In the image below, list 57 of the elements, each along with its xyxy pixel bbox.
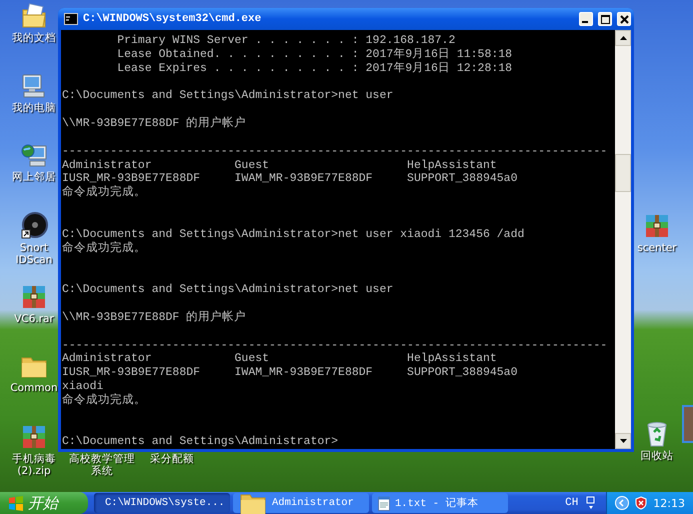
console-line: C:\Documents and Settings\Administrator>net user xiaodi 123456 /add [62,228,524,241]
scroll-down-button[interactable] [615,433,631,449]
taskbar-button[interactable]: 1.txt - 记事本 [372,493,508,513]
language-indicator[interactable]: CH [565,497,578,509]
desktop-icon-label[interactable]: 我的文档 [12,32,56,44]
notepad-icon [378,496,390,510]
console-line: IUSR_MR-93B9E77E88DF IWAM_MR-93B9E77E88DF SUPPORT_388945a0 [62,366,518,380]
console-line: 命令成功完成。 [62,394,146,407]
desktop-icon-label[interactable]: VC6.rar [14,313,54,325]
desktop-icon-label[interactable]: 采分配额 [150,453,194,465]
maximize-button[interactable] [598,12,612,26]
clock: 12:13 [653,496,685,510]
console-line: Lease Expires . . . . . . . . . . : 2017年9月16日 12:28:18 [116,62,512,75]
desktop-icon-label[interactable]: 手机病毒 (2).zip [12,453,56,477]
desktop-icon-label[interactable]: 高校教学管理系统 [69,453,135,477]
windows-logo-icon [8,496,24,510]
console-line: \\MR-93B9E77E88DF 的用户帐户 [62,310,246,324]
start-button[interactable]: 开始 [0,492,88,514]
scrollbar[interactable] [615,30,631,449]
down-arrow-icon [620,439,626,443]
taskbar-button[interactable]: Administrator [233,493,369,513]
desktop-icon-label[interactable]: 回收站 [640,450,674,462]
console-line: Lease Obtained. . . . . . . . . . : 2017年9月16日 11:58:18 [116,48,512,61]
chevron-icon[interactable] [615,496,630,510]
scrollbar-thumb[interactable] [615,154,631,192]
console-icon [64,13,78,25]
disc-shortcut-icon [20,212,48,240]
console-line: C:\Documents and Settings\Administrator>net user [62,89,394,102]
console-line: 命令成功完成。 [62,186,146,200]
console-line: ------------------------------------------------------------------------------- [62,338,608,352]
close-button[interactable] [617,12,631,26]
console-line: C:\Documents and Settings\Administrator>net user [62,283,394,296]
archive-icon [20,283,48,311]
desktop-icon-label[interactable]: 网上邻居 [12,171,56,183]
console-line: 命令成功完成。 [62,242,146,255]
console-line: Administrator Guest HelpAssistant [62,158,497,172]
maximize-icon [600,14,610,24]
console-line: \\MR-93B9E77E88DF 的用户帐户 [62,117,246,130]
console-line: xiaodi [62,380,104,394]
scroll-up-button[interactable] [615,30,631,46]
shield-icon[interactable] [634,496,648,510]
close-icon [620,14,628,24]
folder-icon [20,2,48,30]
console-line: IUSR_MR-93B9E77E88DF IWAM_MR-93B9E77E88DF SUPPORT_388945a0 [62,172,518,186]
window-title: C:\WINDOWS\system32\cmd.exe [83,13,262,25]
taskbar-button[interactable]: C:\WINDOWS\syste... [94,493,230,513]
console-line: C:\Documents and Settings\Administrator> [62,435,338,448]
desktop-icon-label[interactable]: 我的电脑 [12,102,56,114]
up-arrow-icon [620,36,626,40]
console-line: Primary WINS Server . . . . . . . : 192.168.187.2 [116,34,456,47]
desktop-icon-label[interactable]: Common [10,382,58,394]
console-line: ------------------------------------------------------------------------------- [62,144,608,158]
console-line: Administrator Guest HelpAssistant [62,352,497,366]
archive-icon [20,423,48,451]
archive-icon [643,212,671,240]
language-bar-icon[interactable] [586,496,596,510]
minimize-button[interactable] [579,12,593,26]
